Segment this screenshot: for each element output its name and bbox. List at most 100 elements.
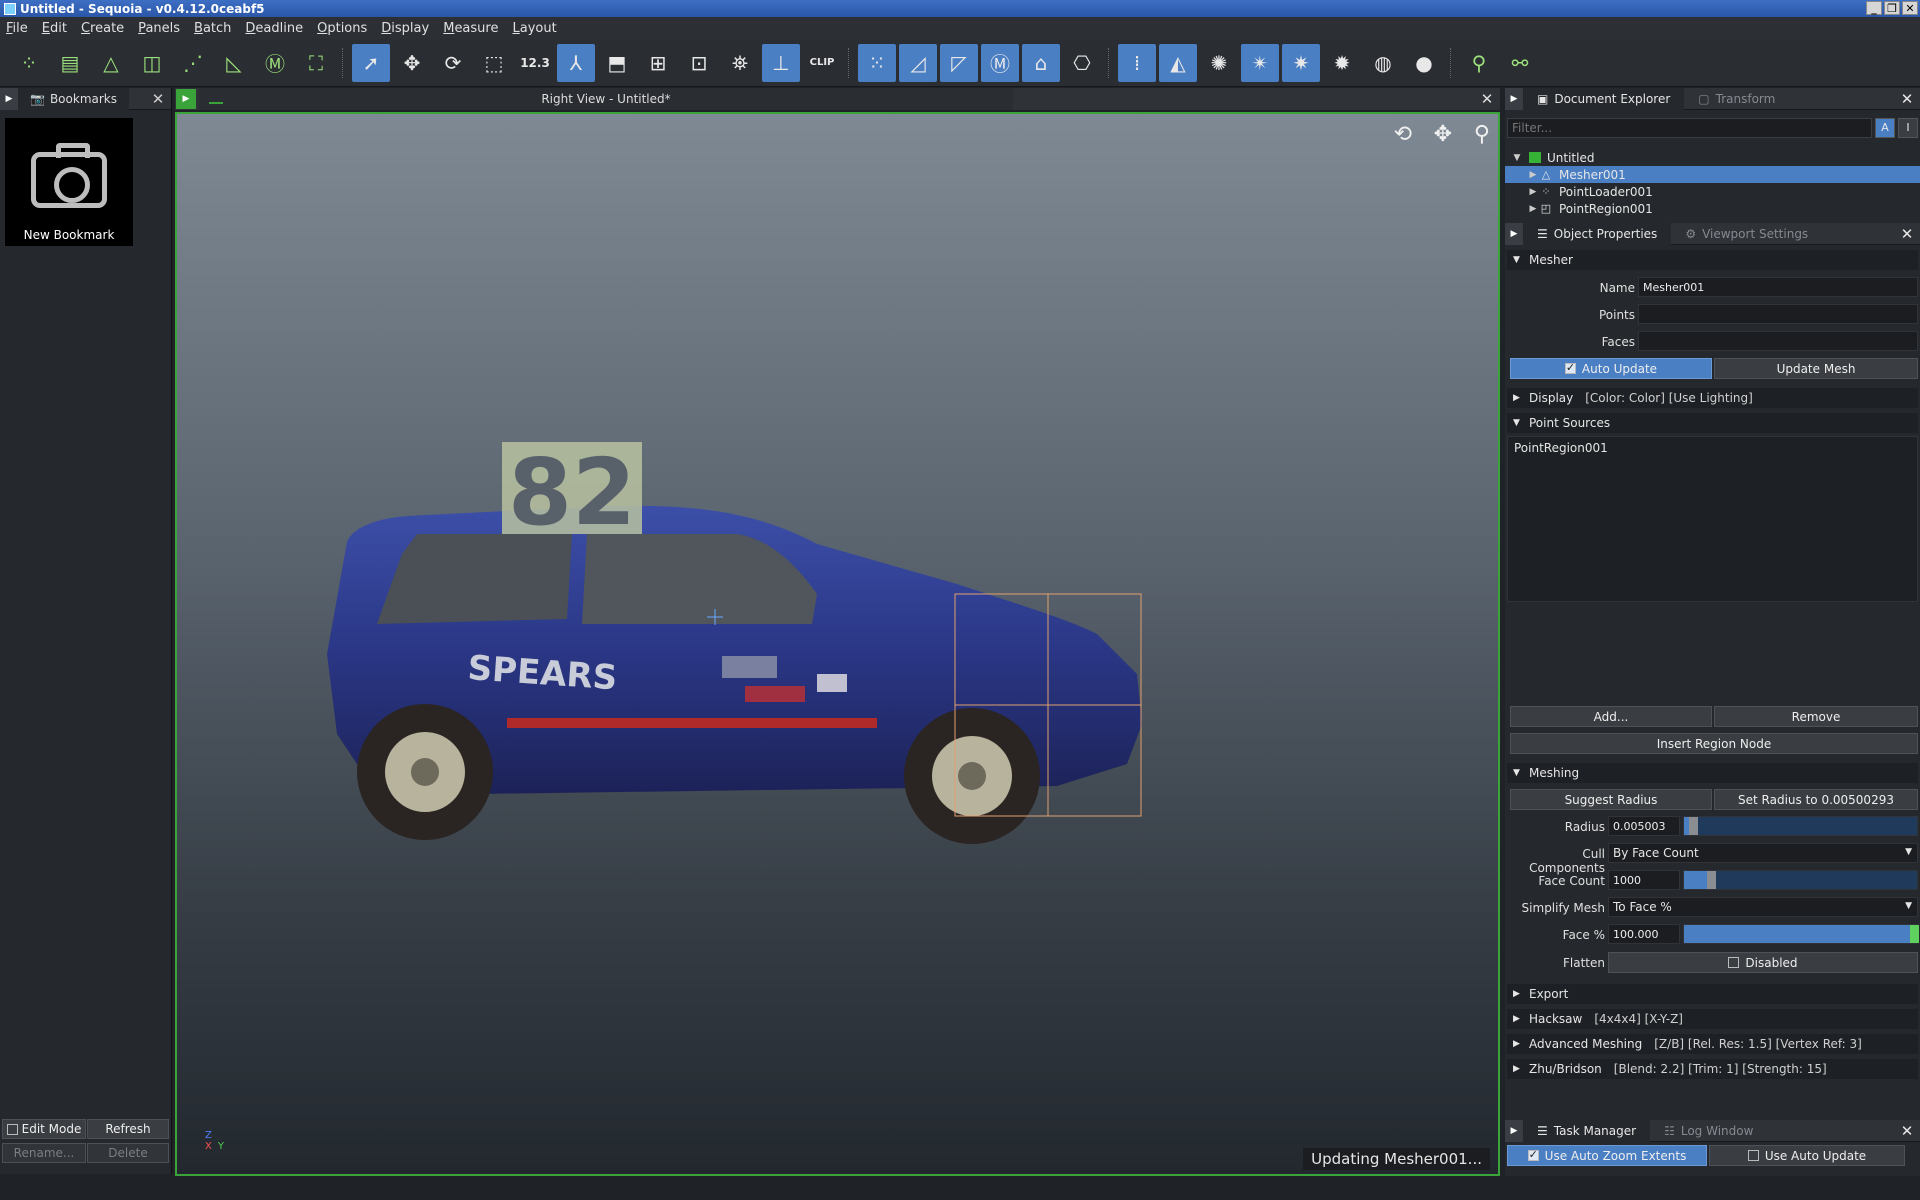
camera-loader-icon[interactable]: ⛶	[297, 44, 335, 82]
expand-right-icon[interactable]: ▶	[1527, 170, 1539, 180]
tree-item-untitled[interactable]: ▼ Untitled	[1505, 149, 1920, 166]
orbit-icon[interactable]: ⟲	[1394, 122, 1412, 147]
filter-info-icon[interactable]: I	[1898, 118, 1918, 138]
zoom-extents-icon[interactable]: ⊡	[680, 44, 718, 82]
section-hacksaw[interactable]: ▶ Hacksaw [4x4x4] [X-Y-Z]	[1507, 1009, 1918, 1029]
show-points-icon[interactable]: ⁙	[858, 43, 896, 82]
panel-pin-icon[interactable]: ▶	[0, 87, 18, 110]
set-radius-button[interactable]: Set Radius to 0.00500293	[1714, 789, 1918, 810]
radius-slider-handle[interactable]	[1689, 817, 1698, 835]
cull-components-select[interactable]: By Face Count ▼	[1608, 843, 1918, 863]
select-tool-icon[interactable]: ➚	[352, 43, 390, 82]
tab-task-manager[interactable]: ☰ Task Manager	[1523, 1119, 1651, 1142]
expand-down-icon[interactable]: ▼	[1511, 153, 1523, 163]
tab-object-properties[interactable]: ☰ Object Properties	[1523, 222, 1672, 245]
name-field[interactable]: Mesher001	[1638, 277, 1918, 297]
menu-deadline[interactable]: Deadline	[245, 21, 303, 36]
shaded-sphere-icon[interactable]: ●	[1405, 44, 1443, 82]
point-sources-list[interactable]: PointRegion001	[1507, 436, 1918, 602]
menu-display[interactable]: Display	[381, 21, 429, 36]
restore-icon[interactable]: ❐	[1884, 1, 1900, 15]
expand-right-icon[interactable]: ▶	[1527, 204, 1539, 214]
face-percent-field[interactable]: 100.000	[1608, 924, 1680, 944]
show-regions-icon[interactable]: ◸	[940, 43, 978, 82]
new-bookmark-tile[interactable]: New Bookmark	[5, 118, 133, 246]
filter-input[interactable]	[1507, 118, 1872, 138]
section-advanced-meshing[interactable]: ▶ Advanced Meshing [Z/B] [Rel. Res: 1.5]…	[1507, 1034, 1918, 1054]
show-cameras-icon[interactable]: ⌂	[1022, 43, 1060, 82]
radius-field[interactable]: 0.005003	[1608, 816, 1680, 836]
suggest-radius-button[interactable]: Suggest Radius	[1510, 789, 1712, 810]
auto-zoom-extents-toggle[interactable]: Use Auto Zoom Extents	[1507, 1145, 1707, 1166]
close-panel-icon[interactable]: ✕	[1898, 1122, 1916, 1140]
section-display[interactable]: ▶ Display [Color: Color] [Use Lighting]	[1507, 388, 1918, 408]
menu-batch[interactable]: Batch	[194, 21, 231, 36]
mesh-display-icon[interactable]: ◭	[1159, 43, 1197, 82]
simplify-mesh-select[interactable]: To Face % ▼	[1608, 897, 1918, 917]
tab-right-view[interactable]: Right View - Untitled*	[199, 88, 1013, 110]
light-settings-icon[interactable]: ✹	[1323, 44, 1361, 82]
menu-options[interactable]: Options	[317, 21, 367, 36]
close-window-icon[interactable]: ✕	[1902, 1, 1918, 15]
point-display-icon[interactable]: ⁞	[1118, 43, 1156, 82]
tab-document-explorer[interactable]: ▣ Document Explorer	[1523, 87, 1685, 110]
face-count-slider[interactable]	[1683, 870, 1918, 890]
rotate-tool-icon[interactable]: ⟳	[434, 44, 472, 82]
close-viewport-icon[interactable]: ✕	[1478, 90, 1496, 108]
culler-icon[interactable]: ⋰	[174, 44, 212, 82]
mesh-region-icon[interactable]: ◺	[215, 44, 253, 82]
tab-log-window[interactable]: ☷ Log Window	[1650, 1120, 1767, 1142]
lighting-toggle-icon[interactable]: ✷	[1282, 43, 1320, 82]
close-panel-icon[interactable]: ✕	[149, 90, 167, 108]
tree-item-point-region[interactable]: ▶ ◰ PointRegion001	[1505, 200, 1920, 217]
add-source-button[interactable]: Add...	[1510, 706, 1712, 727]
panel-pin-icon[interactable]: ▶	[1505, 87, 1523, 110]
remove-source-button[interactable]: Remove	[1714, 706, 1918, 727]
axis-view-icon[interactable]: ⅄	[557, 43, 595, 82]
snapshot-icon[interactable]: ⎔	[1063, 44, 1101, 82]
clip-icon[interactable]: CLIP	[803, 44, 841, 82]
face-count-field[interactable]: 1000	[1608, 870, 1680, 890]
face-count-slider-handle[interactable]	[1707, 871, 1716, 889]
section-point-sources[interactable]: ▼ Point Sources	[1507, 413, 1918, 433]
filter-name-toggle-icon[interactable]: A	[1875, 118, 1895, 138]
wire-sphere-icon[interactable]: ◍	[1364, 44, 1402, 82]
list-item[interactable]: PointRegion001	[1514, 441, 1911, 455]
tree-item-point-loader[interactable]: ▶ ⁘ PointLoader001	[1505, 183, 1920, 200]
rename-button[interactable]: Rename...	[2, 1143, 86, 1163]
face-percent-slider-handle[interactable]	[1910, 925, 1919, 943]
zoom-icon[interactable]: ⚲	[1474, 122, 1490, 147]
tab-viewport-settings[interactable]: ⚙ Viewport Settings	[1671, 223, 1822, 245]
minimize-icon[interactable]: _	[1866, 1, 1882, 15]
marker-icon[interactable]: Ⓜ	[256, 44, 294, 82]
menu-measure[interactable]: Measure	[443, 21, 498, 36]
point-loader-icon[interactable]: ⁘	[10, 44, 48, 82]
panel-pin-icon[interactable]: ▶	[1505, 1119, 1523, 1142]
edit-mode-checkbox[interactable]: Edit Mode	[2, 1119, 86, 1139]
grid-floor-icon[interactable]: ⊥	[762, 43, 800, 82]
sparkle-icon[interactable]: ✺	[1200, 44, 1238, 82]
close-panel-icon[interactable]: ✕	[1898, 90, 1916, 108]
region-create-icon[interactable]: ◫	[133, 44, 171, 82]
move-tool-icon[interactable]: ✥	[393, 44, 431, 82]
section-meshing[interactable]: ▼ Meshing	[1507, 763, 1918, 783]
menu-layout[interactable]: Layout	[512, 21, 556, 36]
close-panel-icon[interactable]: ✕	[1898, 225, 1916, 243]
section-mesher[interactable]: ▼ Mesher	[1507, 250, 1918, 270]
section-export[interactable]: ▶ Export	[1507, 984, 1918, 1004]
tab-bookmarks[interactable]: 📷 Bookmarks	[18, 87, 129, 110]
menu-create[interactable]: Create	[81, 21, 124, 36]
pan-icon[interactable]: ✥	[1434, 122, 1452, 147]
delete-button[interactable]: Delete	[87, 1143, 169, 1163]
show-markers-icon[interactable]: Ⓜ	[981, 43, 1019, 82]
section-zhu-bridson[interactable]: ▶ Zhu/Bridson [Blend: 2.2] [Trim: 1] [St…	[1507, 1059, 1918, 1079]
perspective-view-icon[interactable]: ⬒	[598, 44, 636, 82]
panel-pin-icon[interactable]: ▶	[176, 89, 196, 109]
fly-camera-icon[interactable]: ⛯	[721, 44, 759, 82]
tab-transform[interactable]: ▢ Transform	[1684, 88, 1789, 110]
radius-slider[interactable]	[1683, 816, 1918, 836]
quad-view-icon[interactable]: ⊞	[639, 44, 677, 82]
light-icon[interactable]: ✴	[1241, 43, 1279, 82]
scale-tool-icon[interactable]: ⬚	[475, 44, 513, 82]
show-mesh-icon[interactable]: ◿	[899, 43, 937, 82]
